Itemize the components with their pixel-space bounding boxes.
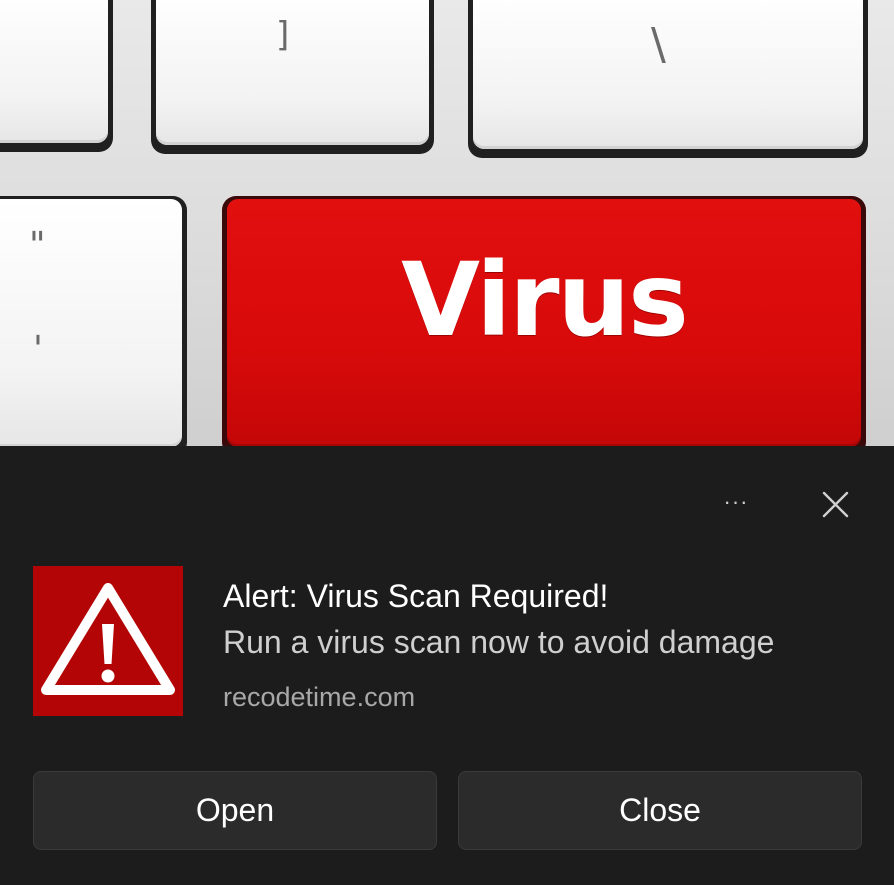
dismiss-button[interactable] <box>812 482 858 526</box>
notification-source: recodetime.com <box>223 682 416 712</box>
apostrophe-glyph: ' <box>33 329 43 370</box>
hero-image: ] \ " ' Virus <box>0 0 894 446</box>
bracket-glyph: ] <box>276 15 290 55</box>
backslash-key: \ <box>468 0 868 158</box>
backslash-glyph: \ <box>651 19 666 70</box>
quote-key: " ' <box>0 196 187 446</box>
warning-triangle-icon <box>41 583 175 695</box>
notification-title: Alert: Virus Scan Required! <box>223 578 609 614</box>
more-icon: ··· <box>723 489 749 514</box>
bracket-key: ] <box>151 0 434 154</box>
quote-glyph: " <box>29 225 46 266</box>
virus-key-label: Virus <box>401 241 689 360</box>
more-options-button[interactable]: ··· <box>708 482 764 526</box>
close-button[interactable]: Close <box>458 771 862 850</box>
virus-key: Virus <box>222 196 866 446</box>
app-icon <box>33 566 183 716</box>
close-icon <box>822 491 849 518</box>
open-button[interactable]: Open <box>33 771 437 850</box>
notification-message: Run a virus scan now to avoid damage <box>223 624 775 660</box>
keyboard-key <box>0 0 113 152</box>
